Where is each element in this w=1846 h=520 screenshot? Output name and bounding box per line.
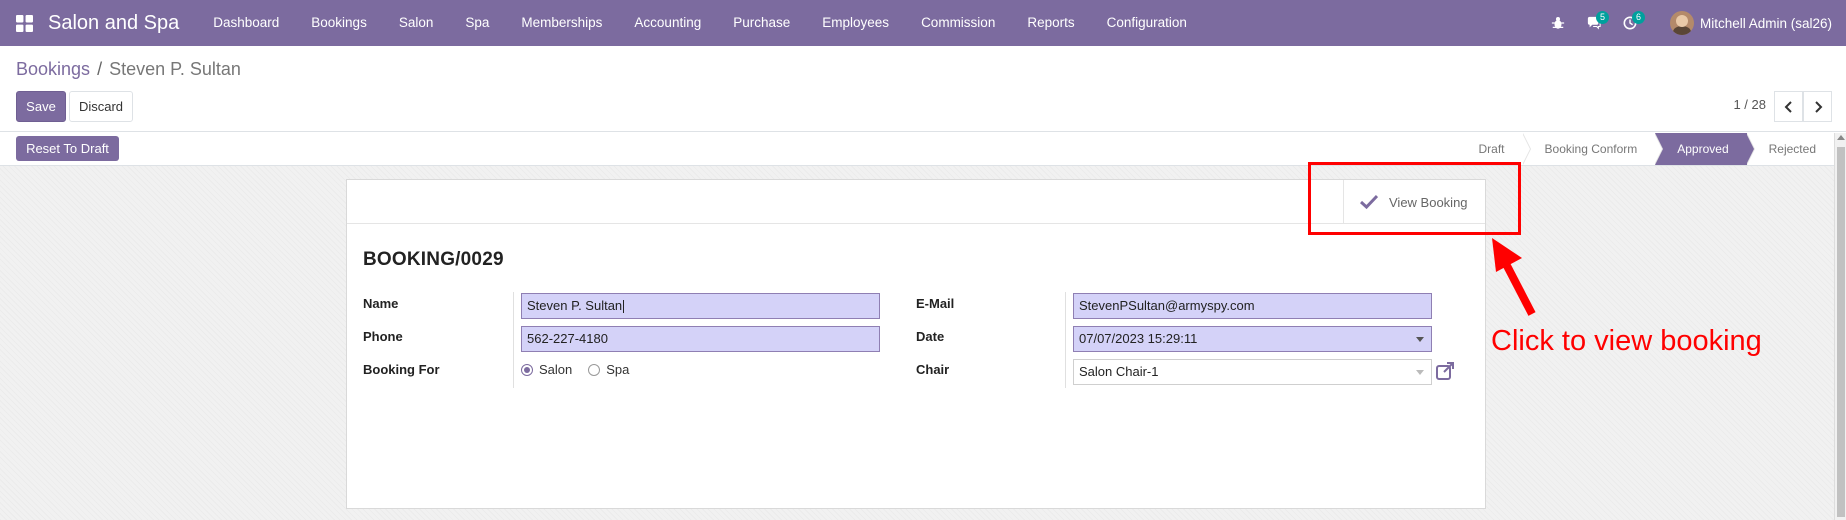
chair-label: Chair — [916, 362, 950, 377]
radio-spa-label[interactable]: Spa — [606, 362, 629, 377]
status-bar: Reset To Draft Draft Booking Conform App… — [0, 133, 1846, 166]
text-cursor — [623, 300, 625, 314]
menu-employees[interactable]: Employees — [806, 0, 905, 46]
stage-rejected[interactable]: Rejected — [1747, 133, 1834, 165]
chevron-down-icon — [1416, 370, 1424, 375]
avatar — [1669, 11, 1694, 35]
radio-salon-label[interactable]: Salon — [539, 362, 572, 377]
name-label: Name — [363, 296, 399, 311]
menu-commission[interactable]: Commission — [905, 0, 1011, 46]
menu-purchase[interactable]: Purchase — [717, 0, 806, 46]
messages-icon[interactable]: 5 — [1576, 0, 1612, 46]
chevron-down-icon — [1416, 337, 1424, 342]
stage-booking-conform[interactable]: Booking Conform — [1523, 133, 1663, 165]
user-name: Mitchell Admin (sal26) — [1699, 15, 1832, 31]
pager-value[interactable]: 1 / 28 — [1733, 97, 1766, 112]
chevron-right-icon — [1814, 100, 1822, 113]
breadcrumb-bookings[interactable]: Bookings — [16, 59, 90, 79]
save-button[interactable]: Save — [16, 91, 66, 122]
activities-badge: 6 — [1631, 11, 1645, 24]
menu-accounting[interactable]: Accounting — [618, 0, 717, 46]
main-menu: Dashboard Bookings Salon Spa Memberships… — [197, 0, 1203, 46]
annotation-arrow-icon — [1492, 238, 1536, 316]
top-navbar: Salon and Spa Dashboard Bookings Salon S… — [0, 0, 1846, 46]
name-field[interactable]: Steven P. Sultan — [521, 293, 880, 319]
stage-draft[interactable]: Draft — [1457, 133, 1531, 165]
annotation-highlight-box — [1308, 162, 1521, 235]
menu-salon[interactable]: Salon — [383, 0, 450, 46]
discard-button[interactable]: Discard — [69, 91, 133, 122]
control-panel: Bookings / Steven P. Sultan Save Discard… — [0, 46, 1846, 132]
scroll-up-icon[interactable] — [1837, 135, 1845, 140]
email-field[interactable]: StevenPSultan@armyspy.com — [1073, 293, 1432, 319]
external-link-icon[interactable] — [1435, 361, 1455, 381]
menu-dashboard[interactable]: Dashboard — [197, 0, 295, 46]
user-menu[interactable]: Mitchell Admin (sal26) — [1669, 11, 1832, 35]
phone-field[interactable]: 562-227-4180 — [521, 326, 880, 352]
menu-spa[interactable]: Spa — [449, 0, 505, 46]
column-divider-right — [1065, 292, 1066, 388]
chair-value: Salon Chair-1 — [1079, 364, 1159, 379]
phone-label: Phone — [363, 329, 403, 344]
menu-bookings[interactable]: Bookings — [295, 0, 383, 46]
breadcrumb-current: Steven P. Sultan — [109, 59, 241, 79]
date-field[interactable]: 07/07/2023 15:29:11 — [1073, 326, 1432, 352]
apps-menu-icon[interactable] — [0, 0, 48, 46]
booking-for-label: Booking For — [363, 362, 440, 377]
date-label: Date — [916, 329, 945, 344]
email-label: E-Mail — [916, 296, 955, 311]
menu-configuration[interactable]: Configuration — [1091, 0, 1203, 46]
stage-pipeline: Draft Booking Conform Approved Rejected — [1457, 133, 1834, 165]
messages-badge: 5 — [1595, 11, 1609, 24]
reset-to-draft-button[interactable]: Reset To Draft — [16, 136, 119, 161]
menu-memberships[interactable]: Memberships — [505, 0, 618, 46]
radio-spa[interactable] — [588, 363, 601, 376]
annotation-text: Click to view booking — [1491, 325, 1762, 357]
column-divider-left — [513, 292, 514, 388]
date-value: 07/07/2023 15:29:11 — [1079, 331, 1198, 346]
bug-icon[interactable] — [1540, 0, 1576, 46]
scrollbar-thumb[interactable] — [1837, 147, 1845, 517]
app-brand[interactable]: Salon and Spa — [48, 12, 179, 35]
scrollbar[interactable] — [1834, 133, 1846, 520]
email-value: StevenPSultan@armyspy.com — [1079, 298, 1255, 313]
stage-approved[interactable]: Approved — [1655, 133, 1756, 165]
activities-clock-icon[interactable]: 6 — [1612, 0, 1648, 46]
breadcrumb-separator: / — [97, 59, 103, 79]
chair-select[interactable]: Salon Chair-1 — [1073, 359, 1432, 385]
menu-reports[interactable]: Reports — [1011, 0, 1090, 46]
pager-previous-button[interactable] — [1774, 91, 1803, 122]
radio-salon[interactable] — [521, 363, 533, 376]
record-title: BOOKING/0029 — [363, 249, 504, 270]
navbar-systray: 5 6 Mitchell Admin (sal26) — [1540, 0, 1846, 46]
chevron-left-icon — [1784, 100, 1792, 113]
breadcrumb: Bookings / Steven P. Sultan — [16, 59, 241, 80]
pager-next-button[interactable] — [1803, 91, 1832, 122]
phone-value: 562-227-4180 — [527, 331, 608, 346]
name-value: Steven P. Sultan — [527, 298, 623, 313]
booking-for-radio-group: Salon Spa — [521, 362, 629, 377]
